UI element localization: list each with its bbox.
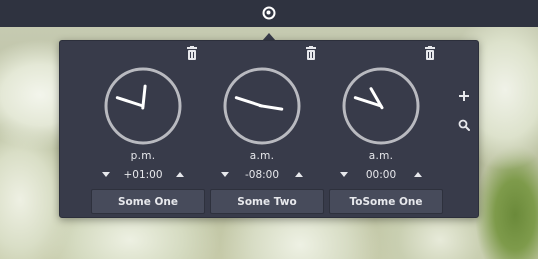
clock-card: a.m. -08:00 Some Two	[207, 41, 324, 219]
offset-stepper: -08:00	[207, 168, 317, 184]
plus-icon[interactable]	[458, 90, 470, 102]
increase-offset-icon[interactable]	[414, 172, 422, 177]
increase-offset-icon[interactable]	[295, 172, 303, 177]
trash-icon[interactable]	[185, 46, 199, 62]
decrease-offset-icon[interactable]	[221, 172, 229, 177]
offset-value: +01:00	[123, 169, 163, 181]
increase-offset-icon[interactable]	[176, 172, 184, 177]
clock-name-button[interactable]: ToSome One	[329, 189, 443, 214]
world-clock-popover: p.m. +01:00 Some One a.m. -08:00 Some Tw…	[59, 40, 479, 218]
clock-name-button[interactable]: Some Two	[210, 189, 324, 214]
minute-hand	[115, 96, 145, 108]
decrease-offset-icon[interactable]	[102, 172, 110, 177]
clock-card: p.m. +01:00 Some One	[88, 41, 205, 219]
minute-hand	[234, 96, 264, 108]
offset-stepper: 00:00	[326, 168, 436, 184]
clock-name-button[interactable]: Some One	[91, 189, 205, 214]
offset-value: 00:00	[365, 169, 397, 181]
search-icon[interactable]	[458, 119, 470, 131]
period-label: a.m.	[368, 150, 394, 162]
trash-icon[interactable]	[423, 46, 437, 62]
decrease-offset-icon[interactable]	[340, 172, 348, 177]
period-label: p.m.	[130, 150, 156, 162]
offset-stepper: +01:00	[88, 168, 198, 184]
offset-value: -08:00	[244, 169, 280, 181]
analog-clock-dial	[223, 67, 301, 145]
trash-icon[interactable]	[304, 46, 318, 62]
top-panel	[0, 0, 538, 27]
period-label: a.m.	[249, 150, 275, 162]
analog-clock-dial	[104, 67, 182, 145]
world-clock-icon[interactable]	[262, 6, 276, 20]
clock-card: a.m. 00:00 ToSome One	[326, 41, 443, 219]
analog-clock-dial	[342, 67, 420, 145]
